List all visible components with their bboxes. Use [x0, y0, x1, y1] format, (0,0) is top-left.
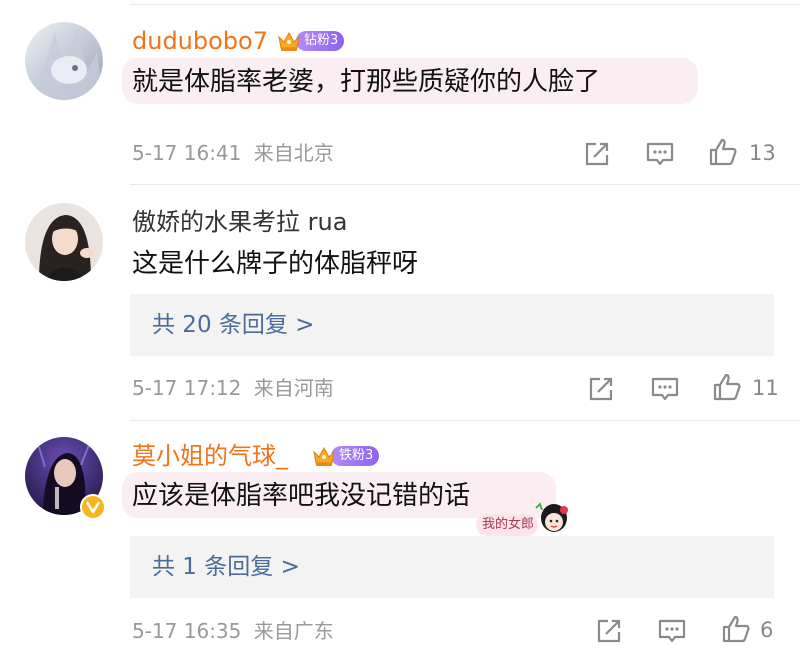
- comment-icon[interactable]: [645, 139, 675, 169]
- share-icon[interactable]: [586, 374, 616, 404]
- top-divider: [130, 4, 800, 5]
- timestamp: 5-17 17:12: [132, 376, 242, 400]
- avatar[interactable]: [25, 203, 103, 281]
- crown-icon: [278, 31, 300, 51]
- fan-badge[interactable]: 钻粉3: [276, 29, 345, 53]
- username[interactable]: 傲娇的水果考拉 rua: [132, 206, 347, 238]
- badge-label: 钻粉3: [296, 31, 345, 51]
- avatar[interactable]: [25, 22, 103, 100]
- comment-text: 应该是体脂率吧我没记错的话: [132, 481, 471, 511]
- thumbs-up-icon[interactable]: [721, 614, 751, 644]
- like-count: 6: [760, 618, 774, 642]
- crown-icon: [313, 446, 335, 466]
- like-count: 11: [752, 376, 779, 400]
- comment-divider: [130, 184, 800, 185]
- thumbs-up-icon[interactable]: [708, 137, 738, 167]
- comment-icon[interactable]: [657, 616, 687, 646]
- thumbs-up-icon[interactable]: [712, 372, 742, 402]
- comment-divider: [130, 420, 800, 421]
- like-count: 13: [749, 141, 776, 165]
- bubble-sticker: 我的女郎: [476, 494, 572, 538]
- badge-label: 铁粉3: [331, 446, 380, 466]
- comment-meta: 5-17 16:41 来自北京: [132, 139, 334, 167]
- location: 来自广东: [253, 619, 334, 643]
- username[interactable]: dudubobo7: [132, 25, 268, 57]
- username[interactable]: 莫小姐的气球_: [132, 440, 288, 472]
- comment-meta: 5-17 17:12 来自河南: [132, 374, 334, 402]
- timestamp: 5-17 16:41: [132, 141, 242, 165]
- view-replies-button[interactable]: 共 20 条回复 >: [130, 294, 774, 356]
- comment-icon[interactable]: [650, 374, 680, 404]
- view-replies-button[interactable]: 共 1 条回复 >: [130, 536, 774, 598]
- location: 来自河南: [253, 376, 334, 400]
- timestamp: 5-17 16:35: [132, 619, 242, 643]
- location: 来自北京: [253, 141, 334, 165]
- verified-badge-icon: [80, 494, 106, 520]
- share-icon[interactable]: [594, 616, 624, 646]
- share-icon[interactable]: [582, 139, 612, 169]
- comment-text: 这是什么牌子的体脂秤呀: [132, 249, 419, 279]
- sticker-label: 我的女郎: [482, 517, 535, 532]
- fan-badge[interactable]: 铁粉3: [311, 444, 380, 468]
- comment-meta: 5-17 16:35 来自广东: [132, 617, 334, 645]
- comment-text: 就是体脂率老婆，打那些质疑你的人脸了: [132, 67, 601, 97]
